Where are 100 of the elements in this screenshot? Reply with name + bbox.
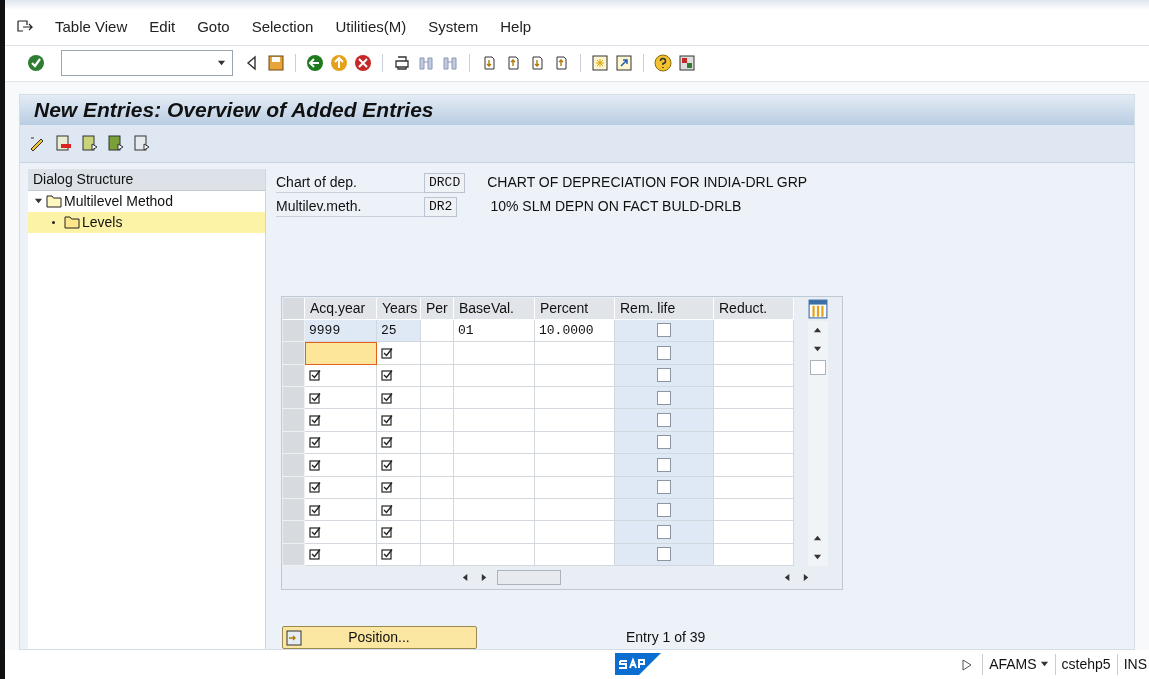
scroll-down-icon[interactable] [813,344,822,354]
column-header[interactable]: Percent [535,297,615,320]
table-cell[interactable] [454,498,535,522]
help-icon[interactable] [654,54,672,73]
table-cell[interactable] [305,454,377,477]
table-cell[interactable] [421,521,454,544]
dropdown-caret-icon[interactable] [217,58,226,68]
table-cell[interactable] [535,476,615,499]
checkbox[interactable] [657,547,671,562]
table-cell[interactable] [535,431,615,455]
table-cell[interactable] [535,386,615,410]
table-cell[interactable] [377,409,421,432]
select-all-cell[interactable] [283,297,305,320]
binoculars-plus-icon[interactable] [441,54,459,73]
checkbox[interactable] [657,502,671,517]
menu-item[interactable]: Utilities(M) [335,16,407,39]
table-cell[interactable] [714,454,794,477]
menu-icon[interactable] [17,20,33,35]
menu-item[interactable]: System [428,16,479,39]
scroll-up-icon[interactable] [813,325,822,335]
table-cell[interactable] [377,342,421,365]
expanded-arrow-icon[interactable] [34,196,43,206]
table-cell[interactable] [454,543,535,567]
table-cell[interactable]: 25 [377,319,421,343]
table-cell[interactable] [421,476,454,499]
vertical-scrollbar[interactable] [807,320,828,567]
table-cell[interactable] [714,386,794,410]
table-cell[interactable] [377,543,421,567]
confirm-icon[interactable] [27,54,45,73]
checkbox[interactable] [657,345,671,360]
table-cell[interactable] [454,409,535,432]
checkbox[interactable] [657,435,671,450]
table-cell[interactable] [714,342,794,365]
column-settings-icon[interactable] [807,298,828,319]
checkbox[interactable] [657,525,671,539]
table-cell[interactable] [305,543,377,567]
table-cell[interactable] [714,543,794,567]
table-cell[interactable] [421,386,454,410]
scroll-thumb[interactable] [809,359,826,375]
table-cell[interactable] [714,431,794,455]
table-cell[interactable] [421,364,454,387]
table-cell[interactable] [535,521,615,544]
table-cell[interactable] [454,342,535,365]
tree-item[interactable]: Multilevel Method [28,190,265,212]
scroll-left-icon[interactable] [783,572,792,582]
table-cell[interactable] [377,454,421,477]
position-button[interactable]: Position... [282,626,477,650]
focused-cell[interactable] [305,342,377,365]
scroll-right-icon[interactable] [802,572,811,582]
new-window-icon[interactable] [591,54,609,73]
table-cell[interactable]: 9999 [305,319,377,343]
table-cell[interactable] [305,386,377,410]
field-value[interactable]: DRCD [424,172,466,193]
field-value[interactable]: DR2 [424,196,458,217]
table-cell[interactable] [454,521,535,544]
checkbox[interactable] [657,480,671,495]
command-field[interactable] [61,50,233,77]
menu-item[interactable]: Selection [251,16,314,39]
table-cell[interactable] [305,431,377,455]
table-cell[interactable] [305,521,377,544]
table-cell[interactable] [714,521,794,544]
table-cell[interactable] [421,454,454,477]
table-cell[interactable] [535,498,615,522]
table-cell[interactable] [454,364,535,387]
menu-item[interactable]: Help [500,16,532,39]
table-cell[interactable] [377,386,421,410]
table-cell[interactable] [305,476,377,499]
table-cell[interactable] [305,409,377,432]
delete-row-icon[interactable] [54,134,72,153]
table-cell[interactable] [535,364,615,387]
table-cell[interactable] [535,543,615,567]
checkbox[interactable] [657,368,671,383]
menu-item[interactable]: Table View [55,16,128,39]
checkbox[interactable] [657,457,671,472]
expand-status-icon[interactable] [962,658,973,671]
table-cell[interactable] [454,454,535,477]
up-icon[interactable] [330,54,348,73]
scroll-right-icon[interactable] [480,572,489,582]
table-cell[interactable] [377,521,421,544]
table-cell[interactable]: 10.0000 [535,319,615,343]
table-cell[interactable] [454,476,535,499]
table-cell[interactable] [714,476,794,499]
back-icon[interactable] [306,54,324,73]
table-cell[interactable] [305,498,377,522]
table-cell[interactable] [714,319,794,343]
table-cell[interactable] [305,364,377,387]
menu-item[interactable]: Edit [149,16,176,39]
table-cell[interactable] [377,364,421,387]
column-header[interactable]: Rem. life [615,297,714,320]
scroll-left-icon[interactable] [461,572,470,582]
column-header[interactable]: Reduct. [714,297,794,320]
table-cell[interactable] [421,543,454,567]
cancel-icon[interactable] [354,54,372,73]
table-cell[interactable] [377,431,421,455]
shortcut-icon[interactable] [615,54,633,73]
table-cell[interactable] [377,476,421,499]
horizontal-scroll-thumb[interactable] [497,569,561,585]
table-cell[interactable] [421,498,454,522]
checkbox[interactable] [657,323,671,338]
edit-pencil-icon[interactable] [28,134,46,153]
